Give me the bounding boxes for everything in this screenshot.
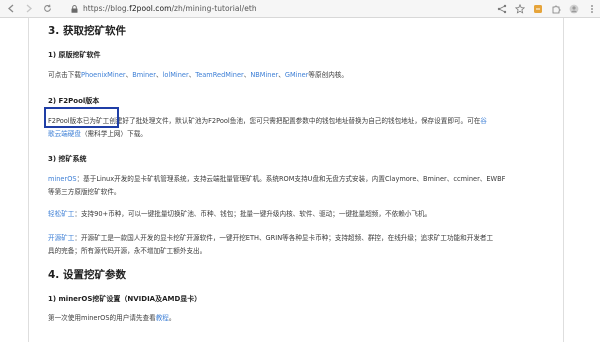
subheading-mineros-settings: 1) minerOS挖矿设置（NVIDIA及AMD显卡） (48, 295, 202, 303)
content-border-right (563, 18, 564, 342)
text-mineros-desc: ：基于Linux开发的显卡矿机管理系统，支持云端批量管理矿机。系统ROM支持U盘… (76, 175, 506, 183)
star-icon[interactable] (513, 2, 526, 15)
separator: 、 (155, 71, 163, 79)
text-tutorial-prefix: 第一次使用minerOS的用户请先查看 (48, 314, 156, 322)
subheading-mining-system: 3) 挖矿系统 (48, 155, 87, 163)
link-google-drive[interactable]: 歌云端硬盘 (48, 130, 81, 138)
link-qingsong-miner[interactable]: 轻松矿工 (48, 210, 74, 218)
link-google-drive-part1[interactable]: 谷 (480, 117, 487, 125)
share-icon[interactable] (495, 2, 508, 15)
puzzle-icon[interactable] (549, 2, 562, 15)
link-tutorial[interactable]: 教程 (156, 314, 169, 322)
section-heading-set-params: 4. 设置挖矿参数 (48, 269, 126, 281)
text-download-prefix: 可点击下载 (48, 71, 81, 79)
address-bar[interactable]: https://blog.f2pool.com/zh/mining-tutori… (83, 4, 257, 13)
paragraph-mineros: minerOS：基于Linux开发的显卡矿机管理系统，支持云端批量管理矿机。系统… (48, 173, 556, 198)
separator: 、 (278, 71, 285, 79)
link-mineros[interactable]: minerOS (48, 175, 77, 183)
link-nbminer[interactable]: NBMiner (250, 71, 278, 79)
text-download-suffix: 等原创内核。 (308, 71, 348, 79)
avatar-icon[interactable] (567, 2, 580, 15)
link-gminer[interactable]: GMiner (285, 71, 309, 79)
text-mineros-desc-2: 等第三方原版挖矿软件。 (48, 187, 121, 196)
text-qingsong-desc: ：支持90+币种，可以一键批量切换矿池、币种、钱包；批量一键升级内核、软件、驱动… (74, 210, 432, 218)
text-tutorial-suffix: 。 (168, 314, 176, 322)
paragraph-mineros-tutorial: 第一次使用minerOS的用户请先查看教程。 (48, 312, 556, 325)
url-prefix: https://blog. (83, 4, 130, 13)
subheading-f2pool-version: 2) F2Pool版本 (48, 97, 100, 105)
text-f2pool-download: （需科学上网）下载。 (80, 129, 147, 138)
link-bminer[interactable]: Bminer (132, 71, 156, 79)
paragraph-open-source-miner: 开源矿工：开源矿工是一款国人开发的显卡挖矿开源软件，一键开挖ETH、GRIN等各… (48, 232, 556, 257)
url-path: /zh/mining-tutorial/eth (171, 4, 257, 13)
extension-icon[interactable] (531, 2, 544, 15)
browser-toolbar: https://blog.f2pool.com/zh/mining-tutori… (0, 0, 600, 18)
subheading-original-software: 1) 原版挖矿软件 (48, 51, 101, 59)
link-open-source-miner[interactable]: 开源矿工 (48, 234, 74, 242)
content-border-left (28, 18, 29, 342)
highlight-box (44, 107, 119, 128)
reload-icon[interactable] (40, 2, 54, 16)
more-menu-icon[interactable] (585, 2, 598, 15)
section-heading-get-software: 3. 获取挖矿软件 (48, 25, 126, 37)
link-phoenixminer[interactable]: PhoenixMiner (81, 71, 126, 79)
text-open-source-desc: ：开源矿工是一款国人开发的显卡挖矿开源软件，一键开挖ETH、GRIN等各种显卡币… (74, 234, 494, 242)
url-domain: f2pool.com (129, 4, 172, 13)
paragraph-f2pool-version: F2Pool版本已为矿工创建好了批处理文件，默认矿池为F2Pool鱼池，您可只需… (48, 115, 556, 140)
link-lolminer[interactable]: lolMiner (163, 71, 189, 79)
page-viewport: 3. 获取挖矿软件 1) 原版挖矿软件 可点击下载PhoenixMiner、Bm… (0, 18, 600, 342)
link-teamredminer[interactable]: TeamRedMiner (195, 71, 243, 79)
back-icon[interactable] (4, 2, 18, 16)
lock-icon (68, 2, 80, 16)
forward-icon[interactable] (22, 2, 36, 16)
text-open-source-desc-2: 具的完备；所有源代码开源，永不增加矿工额外支出。 (48, 246, 207, 255)
paragraph-original-software: 可点击下载PhoenixMiner、Bminer、lolMiner、TeamRe… (48, 69, 556, 82)
paragraph-qingsong-miner: 轻松矿工：支持90+币种，可以一键批量切换矿池、币种、钱包；批量一键升级内核、软… (48, 208, 556, 221)
